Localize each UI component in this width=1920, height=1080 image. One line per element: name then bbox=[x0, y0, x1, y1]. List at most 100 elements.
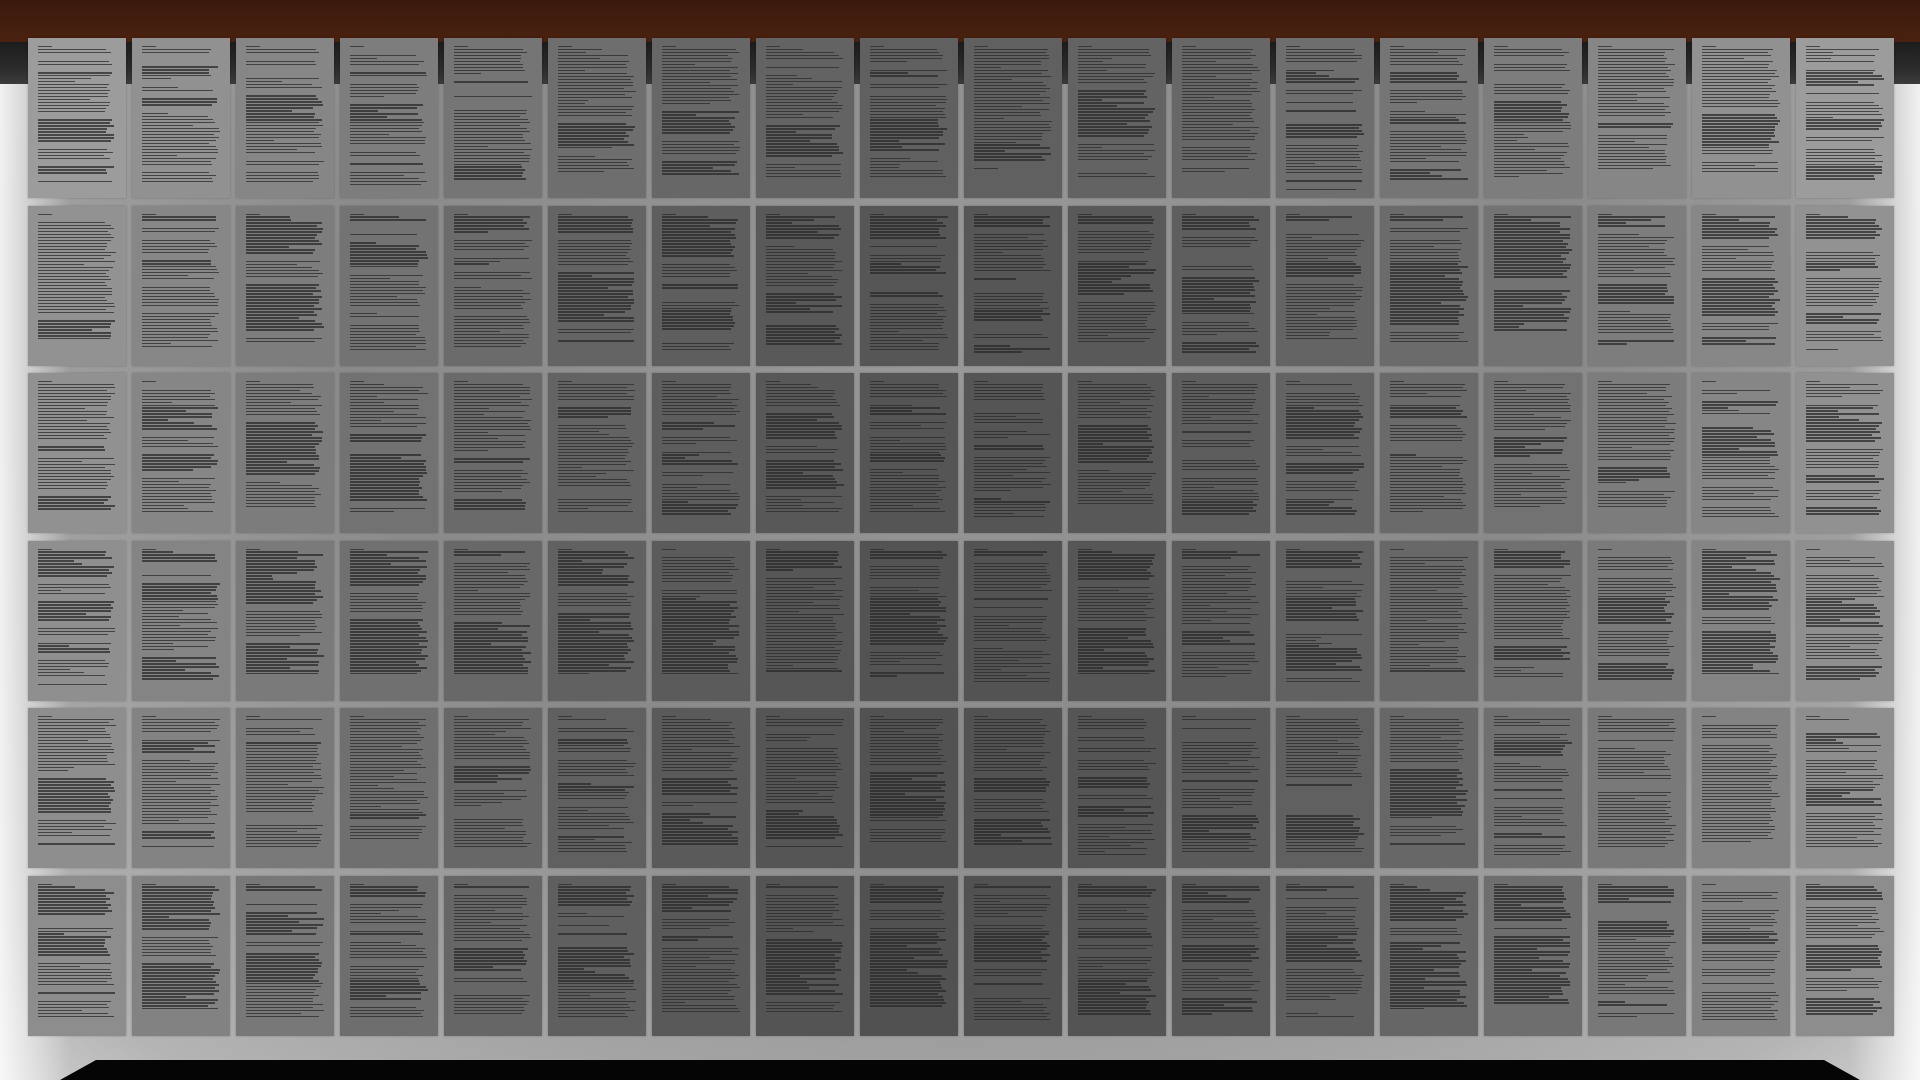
text-line bbox=[1702, 566, 1732, 568]
text-line bbox=[142, 410, 186, 412]
text-line bbox=[1598, 548, 1613, 550]
text-line bbox=[142, 792, 212, 795]
text-line bbox=[870, 930, 945, 932]
text-line bbox=[558, 228, 633, 230]
text-line bbox=[454, 46, 469, 48]
text-line bbox=[974, 671, 1051, 674]
text-line bbox=[558, 299, 635, 301]
text-line bbox=[1806, 818, 1884, 821]
text-line bbox=[350, 601, 426, 604]
text-line bbox=[1182, 413, 1260, 416]
text-line bbox=[870, 577, 940, 580]
text-line bbox=[1598, 284, 1668, 286]
text-line bbox=[1494, 142, 1569, 145]
text-line bbox=[350, 245, 420, 247]
text-line bbox=[662, 213, 677, 215]
text-line bbox=[1806, 736, 1881, 738]
text-line bbox=[1286, 960, 1362, 962]
text-line bbox=[1598, 716, 1613, 718]
document-page bbox=[444, 540, 542, 701]
text-line bbox=[1078, 983, 1126, 985]
text-line bbox=[1598, 155, 1668, 158]
text-line bbox=[974, 760, 1042, 763]
text-line bbox=[1702, 783, 1770, 786]
text-line bbox=[870, 339, 924, 341]
text-line bbox=[974, 960, 1048, 962]
text-line bbox=[974, 919, 1052, 923]
text-line bbox=[38, 151, 113, 154]
text-line bbox=[1182, 170, 1225, 172]
text-line bbox=[350, 75, 428, 77]
text-line bbox=[1494, 763, 1520, 765]
text-line bbox=[454, 716, 469, 718]
text-line bbox=[1494, 821, 1565, 823]
text-line bbox=[1598, 765, 1669, 768]
text-line bbox=[38, 237, 114, 239]
text-line bbox=[1806, 930, 1884, 933]
text-line bbox=[246, 765, 314, 768]
text-line bbox=[1598, 428, 1676, 431]
text-line bbox=[38, 992, 116, 994]
text-line bbox=[1702, 622, 1775, 625]
text-line bbox=[870, 234, 941, 236]
text-line bbox=[1702, 90, 1777, 93]
text-line bbox=[350, 107, 418, 109]
text-line bbox=[38, 575, 107, 577]
text-line bbox=[142, 492, 212, 495]
text-line bbox=[350, 487, 422, 489]
text-line bbox=[974, 548, 989, 550]
text-line bbox=[1702, 260, 1774, 263]
text-line bbox=[38, 586, 112, 589]
text-line bbox=[350, 912, 382, 915]
text-line bbox=[1598, 340, 1674, 342]
text-line bbox=[558, 598, 627, 601]
document-page bbox=[1588, 205, 1686, 366]
text-line bbox=[1702, 748, 1773, 750]
text-line bbox=[1702, 649, 1770, 651]
text-line bbox=[870, 166, 899, 169]
text-line bbox=[662, 904, 730, 906]
text-line bbox=[870, 598, 938, 600]
text-line bbox=[350, 724, 427, 727]
text-line bbox=[1286, 886, 1354, 888]
text-line bbox=[766, 275, 833, 278]
text-line bbox=[558, 933, 627, 935]
text-line bbox=[662, 87, 732, 90]
text-line bbox=[1078, 930, 1148, 932]
text-line bbox=[974, 639, 1047, 641]
text-line bbox=[766, 463, 841, 465]
text-line bbox=[38, 463, 116, 466]
document-page bbox=[1172, 373, 1270, 533]
text-line bbox=[142, 554, 216, 556]
text-line bbox=[142, 942, 210, 945]
text-line bbox=[1182, 286, 1254, 288]
text-line bbox=[1494, 381, 1509, 383]
text-line bbox=[38, 637, 116, 641]
text-line bbox=[1702, 222, 1770, 224]
text-line bbox=[454, 292, 530, 294]
text-line bbox=[350, 835, 420, 837]
text-line bbox=[246, 122, 320, 124]
text-line bbox=[662, 801, 737, 804]
text-line bbox=[1598, 748, 1636, 750]
text-line bbox=[766, 460, 834, 462]
text-line bbox=[558, 895, 635, 897]
text-line bbox=[1286, 458, 1364, 462]
text-line bbox=[142, 804, 220, 807]
text-line bbox=[142, 345, 213, 348]
text-line bbox=[1494, 446, 1526, 448]
text-line bbox=[1286, 798, 1364, 802]
text-line bbox=[1390, 913, 1468, 915]
text-line bbox=[1390, 954, 1458, 956]
text-line bbox=[870, 492, 937, 495]
text-line bbox=[870, 637, 948, 639]
text-line bbox=[1494, 148, 1535, 151]
text-line bbox=[1598, 381, 1613, 383]
text-line bbox=[38, 563, 82, 565]
text-line bbox=[454, 721, 523, 724]
text-line bbox=[1286, 815, 1354, 817]
text-line bbox=[558, 158, 633, 161]
text-line bbox=[246, 290, 321, 292]
text-line bbox=[246, 63, 317, 65]
text-line bbox=[1078, 853, 1146, 856]
